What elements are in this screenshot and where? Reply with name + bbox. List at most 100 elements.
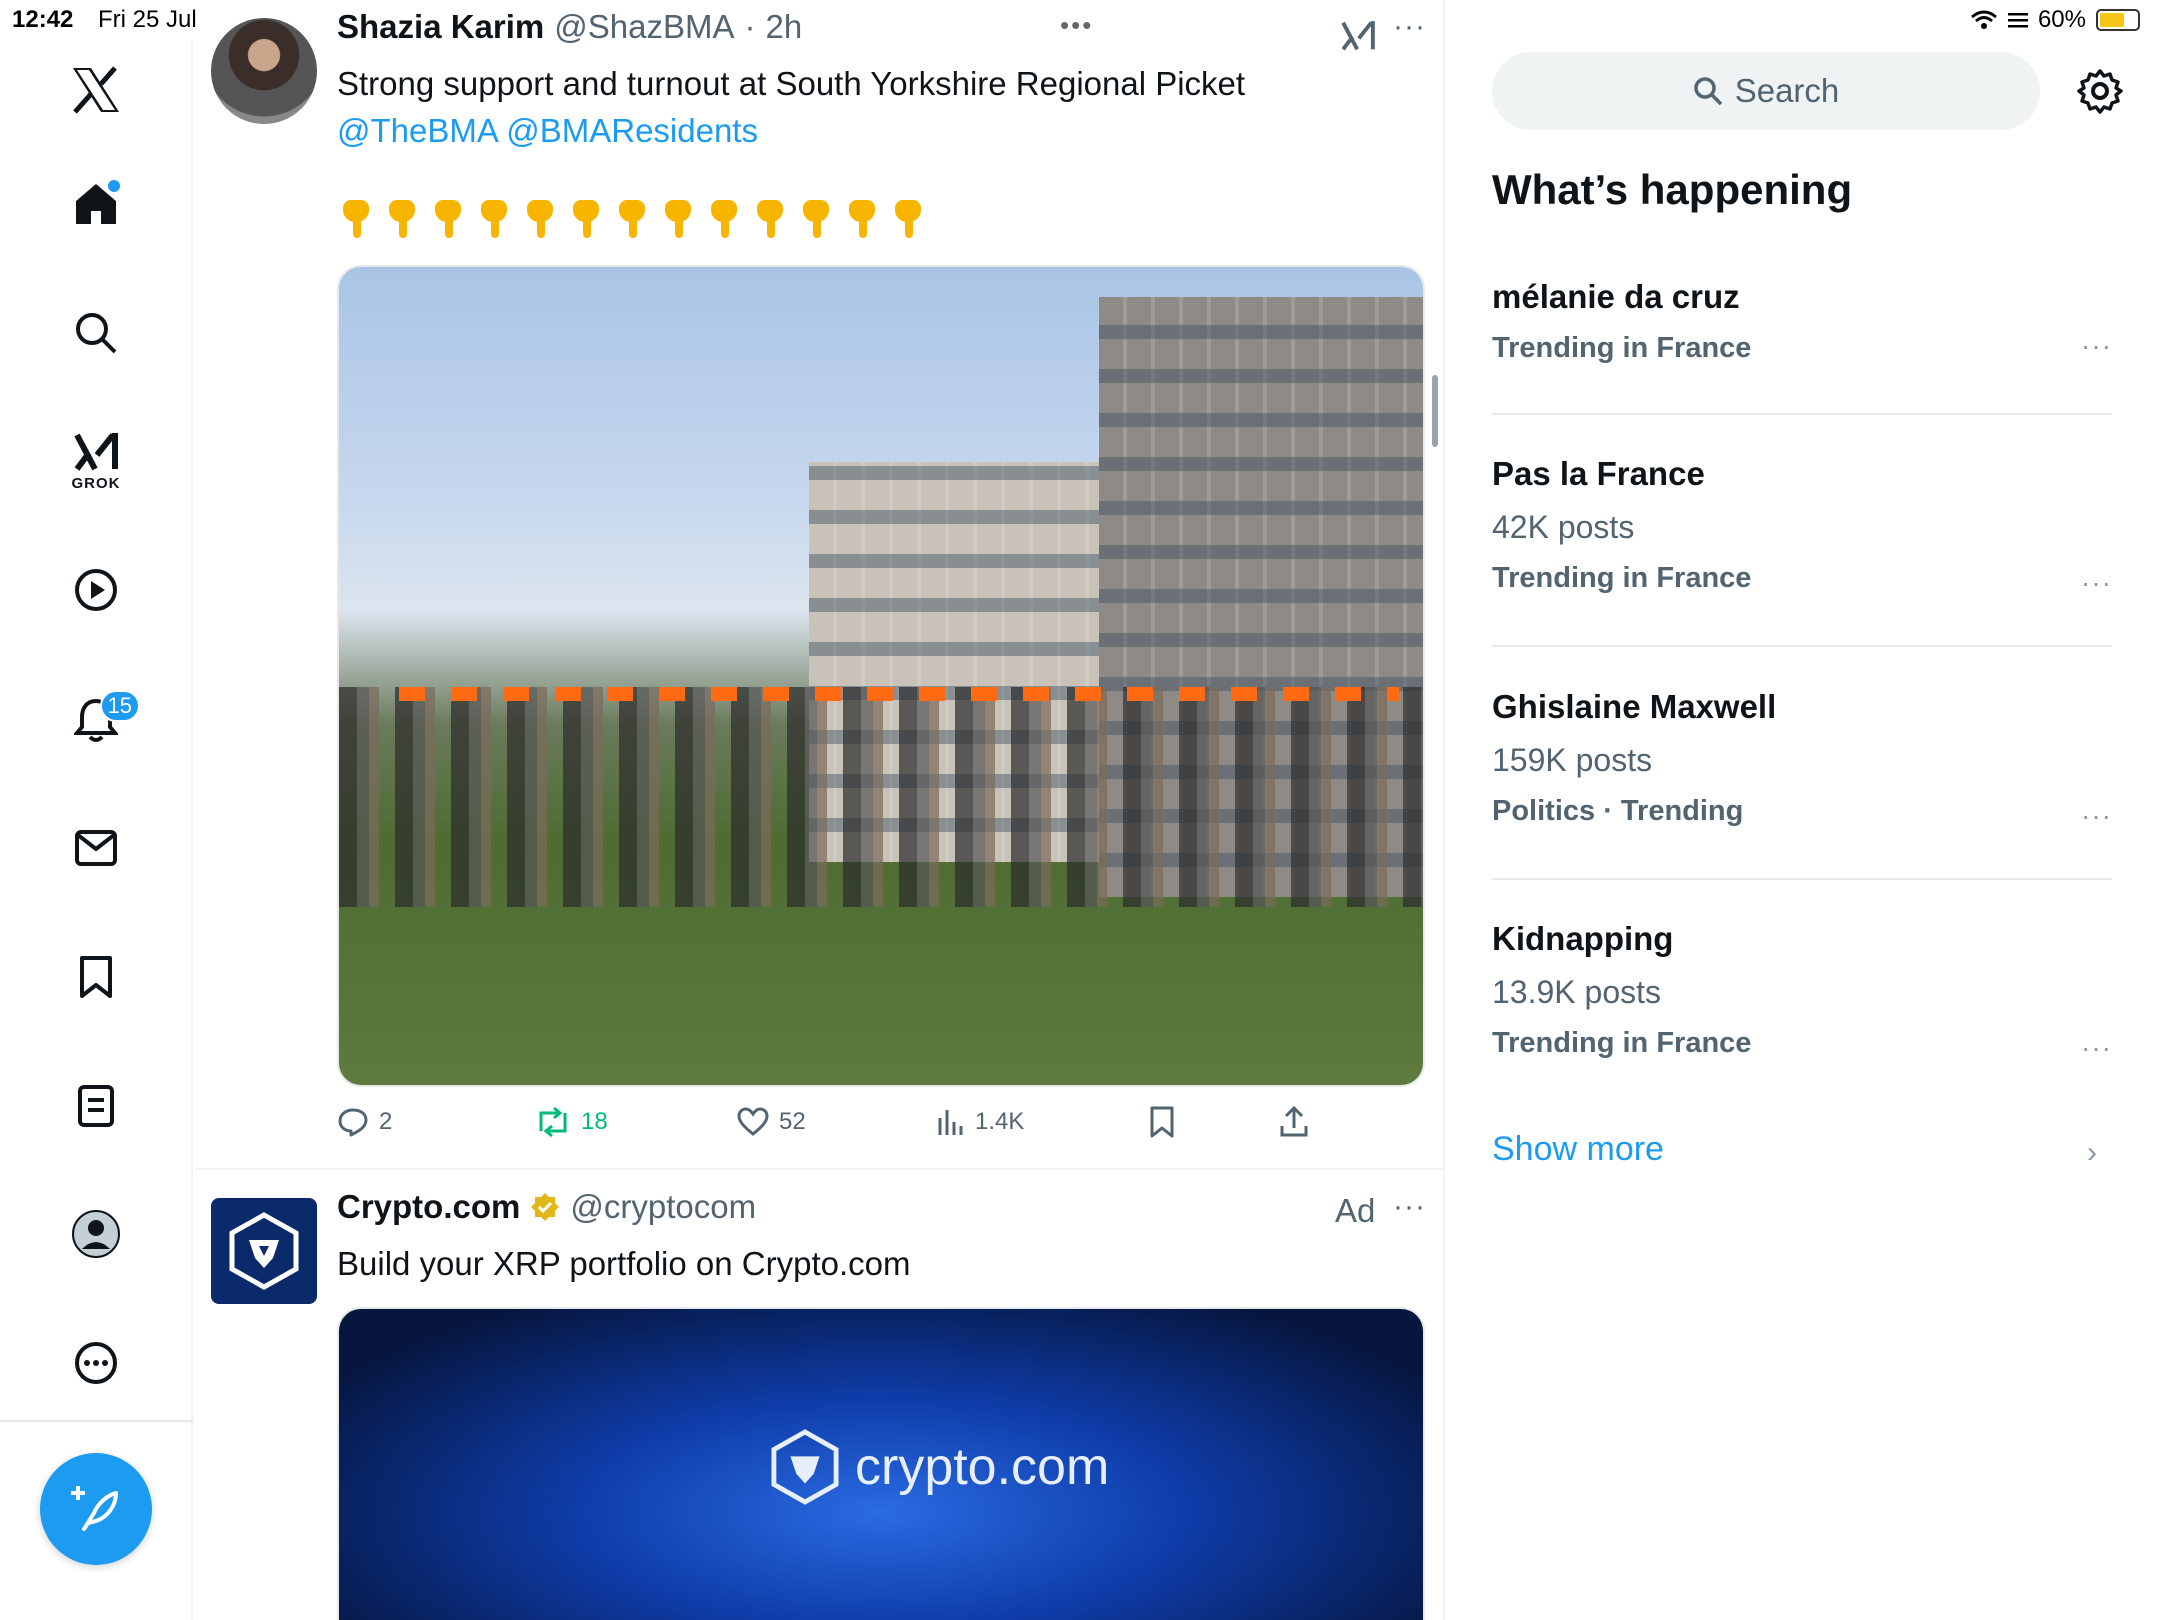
- pointing-down-emoji-icon: [475, 198, 513, 240]
- pointing-down-emoji-icon: [567, 198, 605, 240]
- x-logo-icon[interactable]: [56, 50, 136, 130]
- pointing-down-emoji-icon: [429, 198, 467, 240]
- heart-icon: [737, 1107, 769, 1136]
- reply-count: 2: [379, 1108, 393, 1135]
- share-button[interactable]: [1279, 1106, 1309, 1138]
- author-avatar[interactable]: [211, 18, 317, 124]
- status-date: Fri 25 Jul: [98, 6, 197, 33]
- author-name[interactable]: Shazia Karim: [337, 8, 544, 46]
- ad-brand-logo: crypto.com: [771, 1429, 1109, 1505]
- pointing-down-emoji-icon: [613, 198, 651, 240]
- grok-icon[interactable]: GROK: [56, 421, 136, 501]
- post-actions: 2 18 52 1.4K: [337, 1104, 1337, 1140]
- messages-envelope-icon[interactable]: [56, 808, 136, 888]
- feed-scrollbar[interactable]: [1432, 375, 1438, 447]
- post-photo[interactable]: [337, 265, 1425, 1087]
- pointing-down-emoji-icon: [843, 198, 881, 240]
- post-text: Strong support and turnout at South York…: [337, 60, 1245, 154]
- like-count: 52: [779, 1108, 806, 1135]
- bookmark-icon[interactable]: [56, 937, 136, 1017]
- trend-item[interactable]: Ghislaine Maxwell 159K posts Politics · …: [1492, 688, 2112, 838]
- search-icon[interactable]: [56, 293, 136, 373]
- grok-label: GROK: [71, 474, 121, 492]
- trend-title: Pas la France: [1492, 455, 1705, 492]
- side-navigation: GROK 15: [0, 40, 193, 1620]
- post-body: Strong support and turnout at South York…: [337, 65, 1246, 102]
- verified-gold-badge-icon: [531, 1193, 560, 1221]
- post-more-icon[interactable]: ···: [1393, 1190, 1426, 1224]
- profile-avatar-icon[interactable]: [56, 1194, 136, 1274]
- like-button[interactable]: 52: [737, 1107, 806, 1137]
- trend-item[interactable]: mélanie da cruz Trending in France ···: [1492, 278, 2112, 368]
- post-header: Crypto.com @cryptocom: [337, 1188, 756, 1226]
- section-title: What’s happening: [1492, 166, 1853, 213]
- bookmark-post-button[interactable]: [1149, 1106, 1175, 1138]
- trend-item[interactable]: Pas la France 42K posts Trending in Fran…: [1492, 455, 2112, 605]
- pointing-down-emoji-icon: [659, 198, 697, 240]
- views-bar-icon: [938, 1110, 963, 1135]
- crypto-lion-logo-icon: [229, 1212, 299, 1290]
- pointing-down-emoji-icon: [889, 198, 927, 240]
- trend-more-icon[interactable]: ···: [2081, 567, 2112, 599]
- show-more-link[interactable]: Show more: [1492, 1130, 1664, 1169]
- pointing-down-emoji-icon: [337, 198, 375, 240]
- repost-icon: [539, 1107, 567, 1137]
- pointing-down-emoji-icon: [751, 198, 789, 240]
- trend-post-count: 159K posts: [1492, 742, 1653, 778]
- trend-context: Trending in France: [1492, 1027, 1752, 1059]
- trend-title: Ghislaine Maxwell: [1492, 688, 1777, 725]
- timeline-feed: Shazia Karim @ShazBMA · 2h ··· Strong su…: [195, 0, 1445, 1620]
- bookmark-post-icon: [1150, 1106, 1174, 1138]
- share-upload-icon: [1280, 1106, 1308, 1137]
- ad-brand-text: crypto.com: [855, 1438, 1110, 1496]
- pointing-down-emoji-icon: [705, 198, 743, 240]
- advertiser-avatar[interactable]: [211, 1198, 317, 1304]
- post-mentions[interactable]: @TheBMA @BMAResidents: [337, 107, 1245, 154]
- grok-explain-icon[interactable]: [1340, 18, 1376, 54]
- crypto-lion-logo-icon: [771, 1429, 839, 1505]
- video-play-icon[interactable]: [56, 550, 136, 630]
- chevron-right-icon: ›: [2087, 1136, 2097, 1169]
- post-body: Build your XRP portfolio on Crypto.com: [337, 1245, 911, 1282]
- notifications-badge: 15: [99, 690, 140, 722]
- repost-button[interactable]: 18: [535, 1107, 608, 1137]
- post-more-icon[interactable]: ···: [1393, 10, 1426, 44]
- trend-item[interactable]: Kidnapping 13.9K posts Trending in Franc…: [1492, 920, 2112, 1070]
- compose-feather-icon: [71, 1486, 118, 1531]
- post-time[interactable]: 2h: [765, 8, 802, 46]
- reply-button[interactable]: 2: [337, 1107, 392, 1137]
- compose-post-button[interactable]: [40, 1453, 152, 1565]
- search-placeholder: Search: [1734, 72, 1840, 109]
- trend-context: Trending in France: [1492, 332, 1752, 364]
- views-button[interactable]: 1.4K: [937, 1108, 1024, 1136]
- ad-label: Ad: [1335, 1192, 1376, 1229]
- right-sidebar: Search What’s happening mélanie da cruz …: [1447, 0, 2160, 1620]
- lists-icon[interactable]: [56, 1066, 136, 1146]
- picket-photo: [339, 267, 1423, 1085]
- settings-gear-icon[interactable]: [2075, 66, 2125, 116]
- post-header: Shazia Karim @ShazBMA · 2h: [337, 8, 803, 46]
- status-time: 12:42: [12, 6, 74, 33]
- pointing-down-emoji-icon: [383, 198, 421, 240]
- advertiser-name[interactable]: Crypto.com: [337, 1188, 520, 1226]
- trend-more-icon[interactable]: ···: [2081, 800, 2112, 832]
- nav-divider: [0, 1420, 193, 1422]
- more-options-icon[interactable]: [56, 1323, 136, 1403]
- post-crypto-ad[interactable]: Crypto.com @cryptocom Ad ··· Build your …: [195, 1180, 1443, 1620]
- trend-title: mélanie da cruz: [1492, 278, 1740, 315]
- trend-more-icon[interactable]: ···: [2081, 330, 2112, 362]
- pointing-down-emoji-icon: [521, 198, 559, 240]
- pointing-down-emoji-icon: [797, 198, 835, 240]
- trend-post-count: 42K posts: [1492, 509, 1635, 545]
- trend-more-icon[interactable]: ···: [2081, 1032, 2112, 1064]
- author-handle[interactable]: @ShazBMA: [554, 8, 734, 46]
- search-input[interactable]: Search: [1492, 52, 2040, 130]
- advertiser-handle[interactable]: @cryptocom: [570, 1188, 756, 1226]
- post-divider: [195, 1168, 1443, 1170]
- trend-context: Politics · Trending: [1492, 795, 1744, 827]
- views-count: 1.4K: [975, 1108, 1025, 1135]
- search-icon: [1693, 77, 1722, 106]
- home-icon[interactable]: [56, 164, 136, 244]
- notifications-bell-icon[interactable]: 15: [56, 680, 140, 760]
- ad-media[interactable]: crypto.com: [337, 1307, 1425, 1620]
